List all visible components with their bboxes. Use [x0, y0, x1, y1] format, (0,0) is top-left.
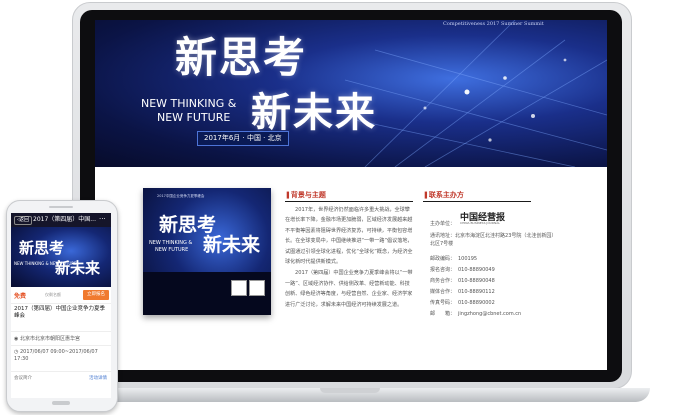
poster-qr-code-1 — [231, 280, 247, 296]
phone-divider — [11, 331, 111, 332]
hero-date-banner: 2017年6月 · 中国 · 北京 — [197, 131, 289, 146]
poster-title-line2: 新未来 — [203, 234, 261, 256]
more-icon[interactable]: ··· — [99, 214, 106, 224]
phone-nav-bar: ‹返回 2017（第四届）中国... ··· — [11, 213, 111, 227]
contact-heading: ❚联系主办方 — [423, 191, 464, 199]
phone-hero-title-line1: 新思考 — [19, 239, 65, 257]
phone-time: ◷ 2017/06/07 09:00~2017/06/07 17:30 — [14, 349, 98, 362]
contact-row-registration: 报名咨询： 010-88890049 — [430, 267, 495, 273]
phone-screen: ‹返回 2017（第四届）中国... ··· 新思考 NEW THINKING … — [11, 213, 111, 398]
phone-page-title: 2017（第四届）中国... — [33, 216, 96, 223]
phone-divider — [11, 345, 111, 346]
phone-divider — [11, 371, 111, 372]
hero-banner: Competitiveness 2017 Summer Summit 新思考 N… — [95, 20, 607, 167]
phone-price-row: 免费 仅剩名额 立即报名 — [11, 289, 111, 304]
register-button[interactable]: 立即报名 — [83, 290, 109, 300]
back-button[interactable]: ‹返回 — [14, 216, 33, 225]
poster-english-line1: NEW THINKING & — [149, 240, 193, 246]
poster-caption: 2017中国企业竞争力夏季峰会 — [157, 194, 205, 198]
laptop-base-notch — [320, 388, 380, 393]
phone-event-title: 2017（第四届）中国企业竞争力夏季峰会 — [14, 306, 105, 319]
hero-title-line1: 新思考 — [175, 33, 308, 82]
background-heading-rule — [285, 201, 413, 202]
remaining-seats-label: 仅剩名额 — [45, 292, 61, 297]
hero-english-line1: NEW THINKING & — [141, 97, 237, 110]
hero-english-line2: NEW FUTURE — [157, 111, 231, 124]
organizer-logo-subtext: CHINA BUSINESS JOURNAL — [460, 221, 500, 225]
contact-heading-rule — [423, 201, 531, 202]
phone-speaker — [49, 206, 73, 208]
phone-hero-title-line2: 新未来 — [55, 259, 101, 277]
contact-row-media: 媒体合作： 010-88890112 — [430, 289, 495, 295]
event-poster: 2017中国企业竞争力夏季峰会 新思考 NEW THINKING & NEW F… — [143, 188, 271, 315]
contact-row-postcode: 邮政编码： 100195 — [430, 256, 478, 262]
contact-row-email[interactable]: 邮 箱： jingzhong@cbnet.com.cn — [430, 310, 521, 317]
hero-top-caption: Competitiveness 2017 Summer Summit — [443, 21, 544, 27]
hero-title-line2: 新未来 — [251, 89, 377, 136]
background-body: 2017年，世界经济仍然面临许多重大挑战，全球攀在增长率下降，金融市场更加脆弱，… — [285, 205, 413, 311]
contact-row-fax: 传真号码： 010-88890002 — [430, 300, 495, 306]
phone-footer-intro[interactable]: 会议简介 — [14, 375, 32, 381]
contact-row-organizer: 主办单位： — [430, 221, 456, 227]
price-label: 免费 — [14, 293, 27, 300]
poster-english-line2: NEW FUTURE — [155, 247, 189, 253]
background-paragraph-2: 2017（第四届）中国企业竞争力夏季峰会将以“一带一路”、区域经济协作、供给侧改… — [285, 270, 413, 308]
contact-row-business: 商务合作： 010-88890048 — [430, 278, 495, 284]
phone-home-button[interactable] — [52, 401, 70, 405]
phone-hero-banner: 新思考 NEW THINKING & NEW FUTURE 新未来 — [11, 227, 111, 287]
phone-footer-details[interactable]: 活动详情 — [89, 375, 107, 381]
background-paragraph-1: 2017年，世界经济仍然面临许多重大挑战，全球攀在增长率下降，金融市场更加脆弱，… — [285, 207, 413, 266]
contact-row-address: 通讯地址：北京市海淀区北洼村路23号院（北洼创新园）北区7号楼 — [430, 233, 557, 247]
poster-qr-code-2 — [249, 280, 265, 296]
background-heading: ❚背景与主题 — [285, 191, 326, 199]
phone-location: ◉ 北京市北京市朝阳区惠华宫 — [14, 336, 80, 342]
